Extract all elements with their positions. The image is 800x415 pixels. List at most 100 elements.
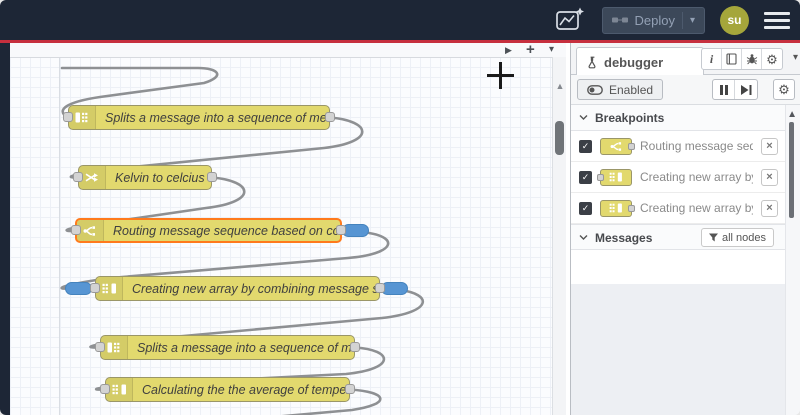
queued-messages-badge[interactable] bbox=[342, 223, 369, 237]
sidebar-empty-area bbox=[571, 284, 800, 415]
deploy-label: Deploy bbox=[634, 12, 675, 28]
node-output-port[interactable] bbox=[336, 224, 346, 235]
crosshair-cursor bbox=[499, 62, 502, 89]
export-image-button[interactable] bbox=[553, 6, 587, 34]
sidebar-scrollbar-thumb[interactable] bbox=[789, 122, 794, 218]
remove-breakpoint-button[interactable]: × bbox=[761, 137, 778, 155]
debugger-enabled-toggle[interactable]: Enabled bbox=[577, 79, 664, 100]
burger-bar bbox=[764, 25, 790, 29]
step-next-button[interactable] bbox=[735, 80, 757, 99]
user-avatar[interactable]: su bbox=[720, 5, 749, 35]
funnel-icon bbox=[708, 233, 718, 242]
message-filter-button[interactable]: all nodes bbox=[700, 228, 774, 247]
breakpoint-row[interactable]: ✓ Creating new array by combining messag… bbox=[571, 162, 800, 193]
step-icon bbox=[740, 84, 751, 95]
node-output-port[interactable] bbox=[207, 171, 217, 182]
chevron-down-icon bbox=[579, 115, 588, 120]
burger-bar bbox=[764, 11, 790, 15]
sidebar-tabs-menu-button[interactable]: ▾ bbox=[793, 52, 798, 63]
deploy-divider bbox=[681, 11, 683, 29]
node-output-port[interactable] bbox=[345, 383, 355, 394]
join-icon bbox=[106, 378, 133, 401]
breakpoint-row[interactable]: ✓ Creating new array by combining messag… bbox=[571, 193, 800, 224]
debugger-settings-button[interactable]: ⚙ bbox=[773, 79, 795, 100]
tab-debugger[interactable]: debugger bbox=[576, 47, 704, 76]
node-input-port[interactable] bbox=[100, 383, 110, 394]
breakpoints-section-header[interactable]: Breakpoints bbox=[571, 105, 800, 131]
deploy-button[interactable]: Deploy ▾ bbox=[601, 6, 705, 34]
node-label: Calculating the the average of temperatu… bbox=[142, 382, 349, 397]
deploy-caret-icon[interactable]: ▾ bbox=[690, 15, 695, 26]
flow-node-join-2[interactable]: Calculating the the average of temperatu… bbox=[100, 377, 355, 402]
flow-node-split-1[interactable]: Splits a message into a sequence of mess… bbox=[63, 105, 335, 130]
breakpoint-label: Creating new array by combining message … bbox=[640, 201, 753, 215]
node-output-port[interactable] bbox=[375, 282, 385, 293]
gear-icon: ⚙ bbox=[766, 51, 778, 67]
breakpoint-checkbox[interactable]: ✓ bbox=[579, 201, 592, 215]
node-input-port[interactable] bbox=[63, 111, 73, 122]
flow-node-split-2[interactable]: Splits a message into a sequence of mess… bbox=[95, 335, 360, 360]
toggle-icon bbox=[587, 84, 603, 95]
gear-icon: ⚙ bbox=[778, 82, 790, 97]
join-node-icon bbox=[600, 199, 635, 217]
output-port-marker bbox=[628, 142, 635, 150]
export-image-icon bbox=[555, 7, 584, 30]
queued-messages-badge[interactable] bbox=[65, 281, 92, 295]
help-tab-button[interactable] bbox=[722, 49, 742, 69]
node-input-port[interactable] bbox=[95, 341, 105, 352]
debug-tab-button[interactable] bbox=[742, 49, 762, 69]
queued-messages-badge[interactable] bbox=[381, 281, 408, 295]
book-icon bbox=[726, 53, 737, 65]
workspace-tab-bar: ▶ + ▾ bbox=[10, 42, 566, 58]
tab-debugger-label: debugger bbox=[604, 54, 664, 70]
canvas-scrollbar[interactable]: ▲ bbox=[552, 57, 566, 415]
change-icon bbox=[79, 166, 106, 189]
node-input-port[interactable] bbox=[73, 171, 83, 182]
split-icon bbox=[101, 336, 128, 359]
chevron-down-icon bbox=[579, 235, 588, 240]
join-node-icon bbox=[597, 168, 632, 186]
flow-list-button[interactable]: ▾ bbox=[549, 45, 554, 55]
flow-node-change[interactable]: Kelvin to celcius bbox=[73, 165, 217, 190]
tab-scroll-right-button[interactable]: ▶ bbox=[505, 46, 512, 55]
sidebar-icon-tabs: i ⚙ bbox=[701, 48, 783, 70]
debugger-toolbar: Enabled ⚙ bbox=[571, 75, 800, 105]
output-port-marker bbox=[628, 204, 635, 212]
sidebar-panel: debugger i ⚙ ▾ Enabled ⚙ Breakpoints ✓ R… bbox=[570, 43, 800, 415]
remove-breakpoint-button[interactable]: × bbox=[761, 168, 778, 186]
pause-icon bbox=[719, 84, 728, 95]
info-icon: i bbox=[709, 51, 714, 66]
breakpoint-label: Creating new array by combining message … bbox=[640, 170, 753, 184]
breakpoints-title: Breakpoints bbox=[595, 111, 665, 125]
flow-node-join-1[interactable]: Creating new array by combining message … bbox=[65, 276, 408, 301]
filter-label: all nodes bbox=[721, 231, 766, 244]
input-port-marker bbox=[597, 173, 604, 181]
scroll-up-arrow-icon[interactable]: ▲ bbox=[787, 109, 797, 120]
switch-node-icon bbox=[600, 137, 635, 155]
header-accent-line bbox=[0, 40, 800, 43]
node-output-port[interactable] bbox=[350, 341, 360, 352]
main-menu-button[interactable] bbox=[764, 11, 790, 29]
messages-section-header[interactable]: Messages all nodes bbox=[571, 224, 800, 250]
breakpoint-checkbox[interactable]: ✓ bbox=[579, 170, 592, 184]
pause-button[interactable] bbox=[713, 80, 735, 99]
info-tab-button[interactable]: i bbox=[702, 49, 722, 69]
add-flow-button[interactable]: + bbox=[526, 42, 535, 57]
node-input-port[interactable] bbox=[90, 282, 100, 293]
breakpoint-checkbox[interactable]: ✓ bbox=[579, 139, 592, 153]
flow-node-switch[interactable]: Routing message sequence based on condit… bbox=[71, 218, 369, 243]
config-tab-button[interactable]: ⚙ bbox=[762, 49, 782, 69]
remove-breakpoint-button[interactable]: × bbox=[761, 199, 778, 217]
switch-icon bbox=[77, 220, 104, 241]
canvas-scrollbar-thumb[interactable] bbox=[555, 121, 564, 155]
header-bar: Deploy ▾ su bbox=[0, 0, 800, 40]
scroll-up-arrow-icon[interactable]: ▲ bbox=[554, 81, 566, 91]
messages-title: Messages bbox=[595, 231, 653, 245]
breakpoint-row[interactable]: ✓ Routing message sequence based on cond… bbox=[571, 131, 800, 162]
node-label: Splits a message into a sequence of mess… bbox=[137, 340, 354, 355]
node-output-port[interactable] bbox=[325, 111, 335, 122]
deploy-node-icon bbox=[611, 17, 628, 23]
node-red-window: Deploy ▾ su ▶ + ▾ Splits a message into … bbox=[0, 0, 800, 415]
bug-icon bbox=[746, 54, 757, 65]
node-input-port[interactable] bbox=[71, 224, 81, 235]
